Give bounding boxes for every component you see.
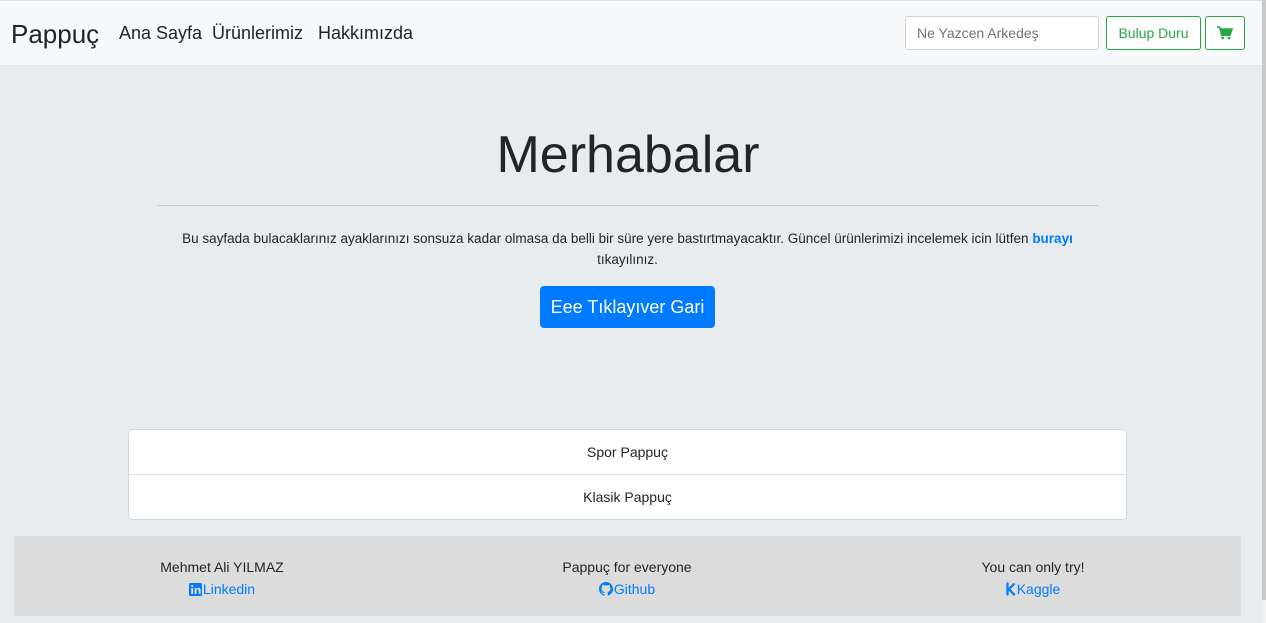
- hero-link[interactable]: burayı: [1032, 231, 1073, 246]
- footer-project-text: Pappuç for everyone: [562, 559, 692, 575]
- footer-column-author: Mehmet Ali YILMAZ Linkedin: [72, 556, 372, 600]
- scrollbar-thumb[interactable]: [1262, 0, 1266, 600]
- search-input[interactable]: [905, 16, 1099, 50]
- category-item-klasik[interactable]: Klasik Pappuç: [129, 474, 1126, 519]
- hero-description: Bu sayfada bulacaklarınız ayaklarınızı s…: [157, 228, 1098, 270]
- hero-title: Merhabalar: [496, 126, 760, 184]
- footer-column-project: Pappuç for everyone Github: [477, 556, 777, 600]
- vertical-scrollbar[interactable]: [1262, 0, 1266, 623]
- github-label: Github: [613, 581, 656, 597]
- footer-kaggle-text: You can only try!: [981, 559, 1085, 575]
- hero-divider: [157, 205, 1098, 206]
- category-list: Spor Pappuç Klasik Pappuç: [128, 429, 1127, 520]
- github-link[interactable]: Github: [598, 578, 656, 600]
- linkedin-icon: [188, 582, 202, 596]
- linkedin-link[interactable]: Linkedin: [188, 578, 256, 600]
- hero-text-before: Bu sayfada bulacaklarınız ayaklarınızı s…: [182, 231, 1033, 246]
- footer: Mehmet Ali YILMAZ Linkedin Pappuç for ev…: [14, 536, 1241, 616]
- hero-cta-button[interactable]: Eee Tıklayıver Gari: [540, 286, 715, 328]
- brand-logo[interactable]: Pappuç: [11, 19, 99, 50]
- kaggle-link[interactable]: Kaggle: [1006, 578, 1061, 600]
- kaggle-icon: [1006, 582, 1016, 596]
- hero-text-after: tıkayılınız.: [597, 252, 658, 267]
- nav-link-hakkimizda[interactable]: Hakkımızda: [318, 23, 413, 44]
- kaggle-label: Kaggle: [1016, 581, 1061, 597]
- search-button[interactable]: Bulup Duru: [1106, 16, 1201, 50]
- linkedin-label: Linkedin: [202, 581, 256, 597]
- cart-icon: [1217, 26, 1233, 40]
- nav-link-urunlerimiz[interactable]: Ürünlerimiz: [212, 23, 303, 44]
- footer-column-kaggle: You can only try! Kaggle: [883, 556, 1183, 600]
- nav-link-ana-sayfa[interactable]: Ana Sayfa: [119, 23, 202, 44]
- github-icon: [598, 582, 613, 596]
- category-item-spor[interactable]: Spor Pappuç: [129, 430, 1126, 474]
- navbar: Pappuç Ana Sayfa Ürünlerimiz Hakkımızda …: [0, 1, 1266, 66]
- cart-button[interactable]: [1205, 16, 1245, 50]
- footer-author-name: Mehmet Ali YILMAZ: [160, 559, 284, 575]
